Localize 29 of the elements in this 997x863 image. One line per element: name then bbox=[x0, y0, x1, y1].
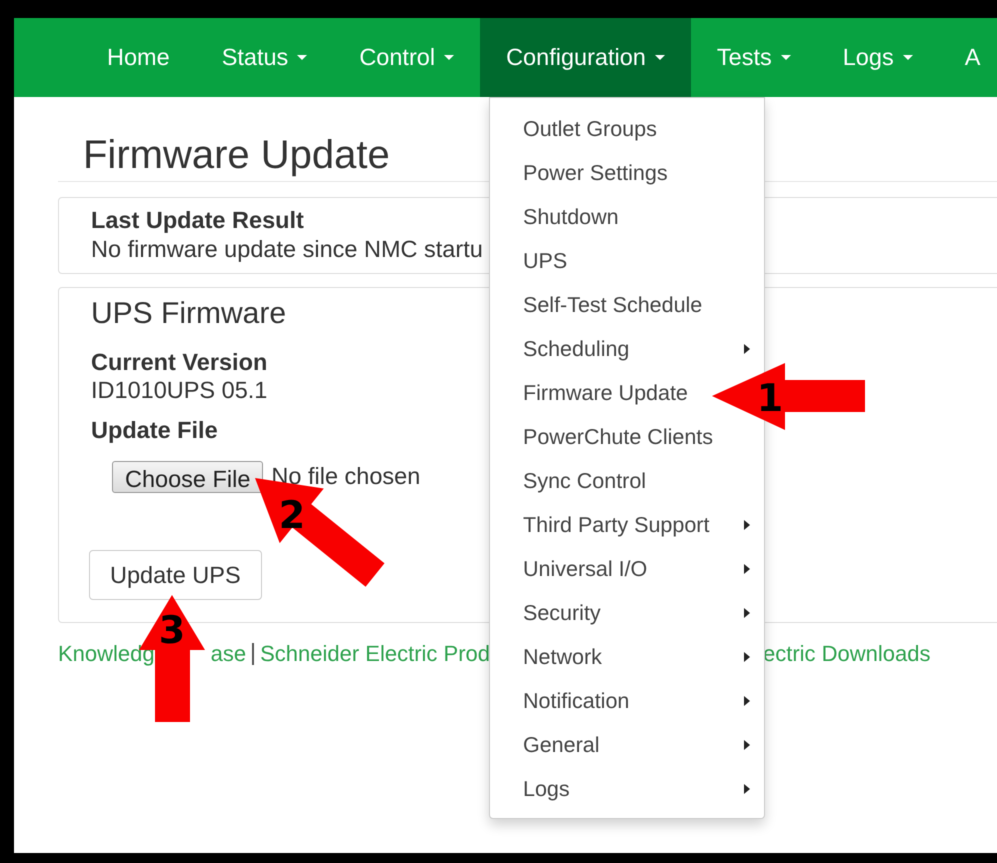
dropdown-menu-item[interactable]: Firmware Update bbox=[523, 376, 688, 410]
dropdown-menu-item[interactable]: Security bbox=[523, 596, 601, 630]
dropdown-menu-item[interactable]: Notification bbox=[523, 684, 630, 718]
dropdown-menu-item[interactable]: Power Settings bbox=[523, 156, 668, 190]
dropdown-menu-item[interactable]: Shutdown bbox=[523, 200, 619, 234]
version-text: ID1010UPS 05.1 bbox=[91, 376, 268, 404]
dropdown-menu-item[interactable]: Network bbox=[523, 640, 602, 674]
result-text: No firmware update since NMC startu bbox=[91, 235, 483, 264]
panel-heading: UPS Firmware bbox=[91, 298, 286, 330]
annotation-number: 3 bbox=[158, 610, 186, 650]
dropdown-menu-item[interactable]: Self-Test Schedule bbox=[523, 288, 702, 322]
annotation-number: 1 bbox=[756, 378, 784, 418]
dropdown-menu-item[interactable]: Sync Control bbox=[523, 464, 646, 498]
dropdown-menu-item[interactable]: Logs bbox=[523, 772, 570, 806]
nav-menu-item[interactable]: Configuration bbox=[480, 18, 691, 97]
choose-file-button[interactable]: Choose File bbox=[112, 460, 264, 493]
dropdown-menu-item[interactable]: PowerChute Clients bbox=[523, 420, 714, 454]
dropdown-menu-item[interactable]: Scheduling bbox=[523, 332, 630, 366]
dropdown-menu-item[interactable]: Third Party Support bbox=[523, 508, 710, 542]
dropdown-menu-item[interactable]: General bbox=[523, 728, 600, 762]
page-title: Firmware Update bbox=[83, 133, 390, 177]
annotation-number: 2 bbox=[278, 495, 306, 535]
section-label: Last Update Result bbox=[91, 206, 304, 234]
dropdown-menu-item[interactable]: Outlet Groups bbox=[523, 112, 657, 146]
update-ups-button[interactable]: Update UPS bbox=[89, 550, 262, 600]
dropdown-menu-item[interactable]: Universal I/O bbox=[523, 552, 648, 586]
section-label: Update File bbox=[91, 416, 218, 444]
section-label: Current Version bbox=[91, 348, 268, 376]
dropdown-menu-item[interactable]: UPS bbox=[523, 244, 568, 278]
